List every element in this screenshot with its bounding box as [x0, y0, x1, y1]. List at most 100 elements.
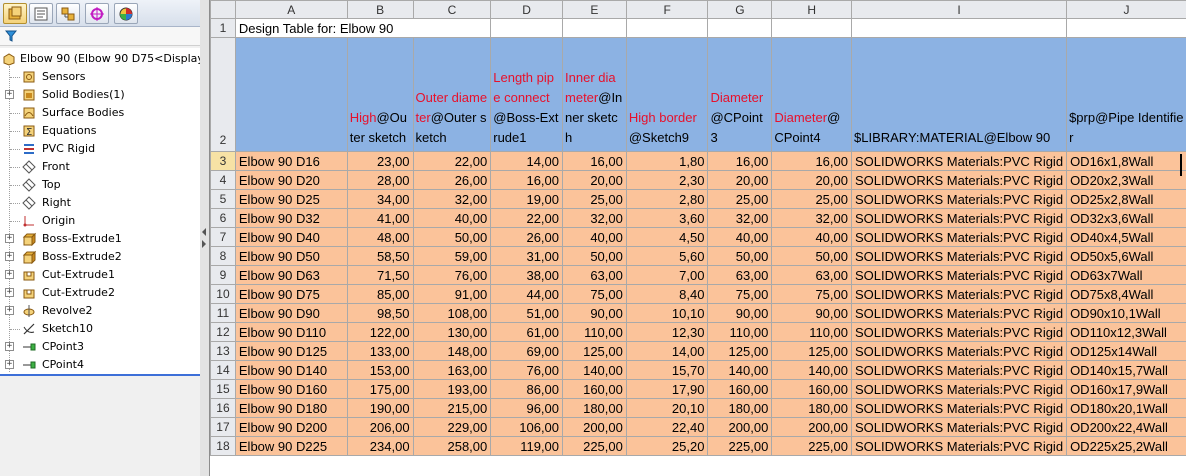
table-cell[interactable]: SOLIDWORKS Materials:PVC Rigid [850, 246, 1068, 266]
table-cell[interactable]: 32,00 [562, 208, 627, 228]
table-cell[interactable]: 106,00 [490, 417, 564, 437]
table-cell[interactable]: 76,00 [412, 265, 492, 285]
table-cell[interactable]: 20,10 [625, 398, 709, 418]
parameter-header-cell[interactable]: Diameter@CPoint4 [771, 37, 852, 152]
table-cell[interactable]: 200,00 [707, 417, 773, 437]
table-cell[interactable]: 110,00 [771, 322, 852, 342]
table-cell[interactable]: OD140x15,7Wall [1066, 360, 1186, 380]
row-header[interactable]: 6 [210, 208, 236, 228]
parameter-header-cell[interactable]: Inner diameter@Inner sketch [562, 37, 627, 152]
table-cell[interactable]: 50,00 [771, 246, 852, 266]
table-cell[interactable]: 14,00 [490, 151, 564, 171]
table-cell[interactable]: 17,90 [625, 379, 709, 399]
table-cell[interactable]: 206,00 [346, 417, 414, 437]
table-cell[interactable]: OD25x2,8Wall [1066, 189, 1186, 209]
table-cell[interactable]: 125,00 [562, 341, 627, 361]
table-cell[interactable]: OD180x20,1Wall [1066, 398, 1186, 418]
table-cell[interactable]: 41,00 [346, 208, 414, 228]
table-cell[interactable]: SOLIDWORKS Materials:PVC Rigid [850, 284, 1068, 304]
table-cell[interactable]: 59,00 [412, 246, 492, 266]
expand-right-icon[interactable] [202, 240, 206, 248]
row-header[interactable]: 18 [210, 436, 236, 456]
row-header[interactable]: 7 [210, 227, 236, 247]
table-cell[interactable]: OD225x25,2Wall [1066, 436, 1186, 456]
column-header[interactable]: F [625, 0, 709, 19]
table-cell[interactable]: OD20x2,3Wall [1066, 170, 1186, 190]
table-cell[interactable]: 38,00 [490, 265, 564, 285]
cell[interactable] [1066, 18, 1186, 38]
table-cell[interactable]: OD75x8,4Wall [1066, 284, 1186, 304]
table-cell[interactable]: Elbow 90 D75 [234, 284, 348, 304]
table-cell[interactable]: 2,80 [625, 189, 709, 209]
table-cell[interactable]: OD40x4,5Wall [1066, 227, 1186, 247]
table-cell[interactable]: 140,00 [771, 360, 852, 380]
table-cell[interactable]: 91,00 [412, 284, 492, 304]
display-manager-tab[interactable] [114, 3, 138, 24]
table-cell[interactable]: SOLIDWORKS Materials:PVC Rigid [850, 436, 1068, 456]
table-cell[interactable]: 71,50 [346, 265, 414, 285]
table-cell[interactable]: Elbow 90 D160 [234, 379, 348, 399]
table-cell[interactable]: 69,00 [490, 341, 564, 361]
table-cell[interactable]: SOLIDWORKS Materials:PVC Rigid [850, 151, 1068, 171]
expand-plus-icon[interactable]: + [5, 270, 14, 279]
collapse-left-icon[interactable] [202, 228, 206, 236]
table-cell[interactable]: 75,00 [707, 284, 773, 304]
table-cell[interactable]: 125,00 [707, 341, 773, 361]
select-all-corner[interactable] [210, 0, 236, 19]
table-cell[interactable]: 160,00 [562, 379, 627, 399]
table-cell[interactable]: OD125x14Wall [1066, 341, 1186, 361]
table-cell[interactable]: 40,00 [412, 208, 492, 228]
expand-plus-icon[interactable]: + [5, 288, 14, 297]
table-cell[interactable]: 96,00 [490, 398, 564, 418]
table-cell[interactable]: 50,00 [707, 246, 773, 266]
table-cell[interactable]: 85,00 [346, 284, 414, 304]
table-cell[interactable]: OD50x5,6Wall [1066, 246, 1186, 266]
row-header[interactable]: 17 [210, 417, 236, 437]
table-cell[interactable]: 153,00 [346, 360, 414, 380]
column-header[interactable]: E [562, 0, 627, 19]
table-cell[interactable]: 40,00 [771, 227, 852, 247]
table-cell[interactable]: OD16x1,8Wall [1066, 151, 1186, 171]
table-cell[interactable]: 32,00 [707, 208, 773, 228]
row-header[interactable]: 13 [210, 341, 236, 361]
row-header[interactable]: 1 [210, 18, 236, 38]
row-header[interactable]: 4 [210, 170, 236, 190]
cell[interactable] [771, 18, 852, 38]
column-header[interactable]: I [850, 0, 1068, 19]
table-cell[interactable]: 5,60 [625, 246, 709, 266]
table-cell[interactable]: OD200x22,4Wall [1066, 417, 1186, 437]
table-cell[interactable]: 48,00 [346, 227, 414, 247]
table-cell[interactable]: 19,00 [490, 189, 564, 209]
table-cell[interactable]: 32,00 [771, 208, 852, 228]
row-header[interactable]: 12 [210, 322, 236, 342]
column-header[interactable]: C [412, 0, 492, 19]
table-cell[interactable]: 22,00 [412, 151, 492, 171]
row-header[interactable]: 2 [210, 37, 236, 152]
table-cell[interactable]: 22,00 [490, 208, 564, 228]
row-header[interactable]: 16 [210, 398, 236, 418]
table-cell[interactable]: 31,00 [490, 246, 564, 266]
table-cell[interactable]: 16,00 [771, 151, 852, 171]
cell[interactable] [707, 18, 773, 38]
table-cell[interactable]: 25,20 [625, 436, 709, 456]
table-cell[interactable]: 180,00 [771, 398, 852, 418]
table-cell[interactable]: 40,00 [562, 227, 627, 247]
table-cell[interactable]: 258,00 [412, 436, 492, 456]
table-cell[interactable]: SOLIDWORKS Materials:PVC Rigid [850, 227, 1068, 247]
table-cell[interactable]: 98,50 [346, 303, 414, 323]
table-cell[interactable]: 63,00 [562, 265, 627, 285]
table-cell[interactable]: 51,00 [490, 303, 564, 323]
table-cell[interactable]: 225,00 [771, 436, 852, 456]
cell[interactable] [625, 18, 709, 38]
table-cell[interactable]: Elbow 90 D32 [234, 208, 348, 228]
table-cell[interactable]: 20,00 [562, 170, 627, 190]
table-cell[interactable]: 26,00 [412, 170, 492, 190]
table-cell[interactable]: 8,40 [625, 284, 709, 304]
table-cell[interactable]: OD32x3,6Wall [1066, 208, 1186, 228]
table-cell[interactable]: 110,00 [707, 322, 773, 342]
table-cell[interactable]: SOLIDWORKS Materials:PVC Rigid [850, 379, 1068, 399]
table-cell[interactable]: Elbow 90 D125 [234, 341, 348, 361]
column-header[interactable]: J [1066, 0, 1186, 19]
expand-plus-icon[interactable]: + [5, 342, 14, 351]
table-cell[interactable]: OD160x17,9Wall [1066, 379, 1186, 399]
